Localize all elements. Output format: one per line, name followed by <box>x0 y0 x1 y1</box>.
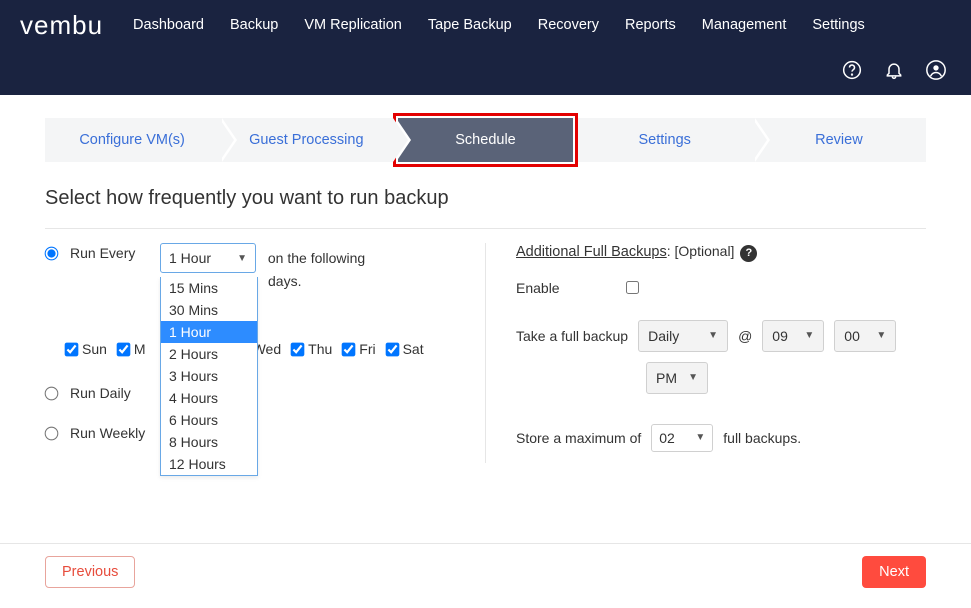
frequency-option[interactable]: 1 Hour <box>161 321 257 343</box>
wizard-step-configure-vms[interactable]: Configure VM(s) <box>45 118 219 162</box>
nav-backup[interactable]: Backup <box>230 17 278 33</box>
store-max-label-2: full backups. <box>723 430 801 446</box>
full-backup-minute-select[interactable]: 00▼ <box>834 320 896 352</box>
frequency-option[interactable]: 30 Mins <box>161 299 257 321</box>
logo: vembu <box>20 10 103 41</box>
nav-settings[interactable]: Settings <box>812 17 864 33</box>
frequency-dropdown: 15 Mins 30 Mins 1 Hour 2 Hours 3 Hours 4… <box>160 277 258 476</box>
wizard-step-guest-processing[interactable]: Guest Processing <box>219 118 393 162</box>
nav-recovery[interactable]: Recovery <box>538 17 599 33</box>
day-sat-checkbox[interactable] <box>385 342 399 356</box>
frequency-option[interactable]: 12 Hours <box>161 453 257 475</box>
wizard-step-review[interactable]: Review <box>752 118 926 162</box>
nav-tape-backup[interactable]: Tape Backup <box>428 17 512 33</box>
nav-reports[interactable]: Reports <box>625 17 676 33</box>
day-thu-checkbox[interactable] <box>291 342 305 356</box>
enable-checkbox[interactable] <box>626 281 639 294</box>
enable-label: Enable <box>516 280 616 296</box>
day-sat[interactable]: Sat <box>386 341 424 357</box>
days-row: Sun M Wed Thu Fri Sat <box>65 341 455 357</box>
next-button[interactable]: Next <box>862 556 926 588</box>
chevron-down-icon: ▼ <box>876 330 886 341</box>
run-daily-radio[interactable] <box>45 387 59 401</box>
run-every-radio[interactable] <box>45 247 59 261</box>
wizard-steps: Configure VM(s) Guest Processing Schedul… <box>45 113 926 167</box>
nav-management[interactable]: Management <box>702 17 787 33</box>
full-backup-hour-select[interactable]: 09▼ <box>762 320 824 352</box>
run-daily-label: Run Daily <box>70 383 160 401</box>
previous-button[interactable]: Previous <box>45 556 135 588</box>
frequency-option[interactable]: 8 Hours <box>161 431 257 453</box>
chevron-down-icon: ▼ <box>804 330 814 341</box>
chevron-down-icon: ▼ <box>237 253 247 264</box>
main-nav: Dashboard Backup VM Replication Tape Bac… <box>133 17 865 33</box>
divider <box>45 228 926 229</box>
user-icon[interactable] <box>926 60 946 80</box>
run-weekly-radio[interactable] <box>45 427 59 441</box>
day-fri-checkbox[interactable] <box>342 342 356 356</box>
nav-vm-replication[interactable]: VM Replication <box>304 17 402 33</box>
wizard-step-settings[interactable]: Settings <box>578 118 752 162</box>
chevron-down-icon: ▼ <box>708 330 718 341</box>
footer: Previous Next <box>0 543 971 608</box>
day-mon[interactable]: M <box>117 341 146 357</box>
help-icon[interactable] <box>842 60 862 80</box>
frequency-after-text-2: days. <box>268 273 301 289</box>
optional-text: : [Optional] <box>667 243 735 259</box>
frequency-option[interactable]: 4 Hours <box>161 387 257 409</box>
frequency-option[interactable]: 3 Hours <box>161 365 257 387</box>
help-tooltip-icon[interactable]: ? <box>740 245 757 262</box>
store-max-label-1: Store a maximum of <box>516 430 641 446</box>
run-weekly-label: Run Weekly <box>70 423 160 441</box>
wizard-step-schedule[interactable]: Schedule <box>398 118 572 162</box>
take-full-backup-label: Take a full backup <box>516 328 628 344</box>
at-symbol: @ <box>738 328 752 344</box>
page-heading: Select how frequently you want to run ba… <box>45 187 926 210</box>
day-mon-checkbox[interactable] <box>117 342 131 356</box>
day-fri[interactable]: Fri <box>342 341 375 357</box>
additional-full-backups-title: Additional Full Backups <box>516 244 667 260</box>
frequency-after-text-1: on the following <box>268 250 365 266</box>
run-every-label: Run Every <box>70 243 160 261</box>
chevron-down-icon: ▼ <box>688 372 698 383</box>
top-navbar: vembu Dashboard Backup VM Replication Ta… <box>0 0 971 95</box>
frequency-option[interactable]: 2 Hours <box>161 343 257 365</box>
frequency-option[interactable]: 15 Mins <box>161 277 257 299</box>
bell-icon[interactable] <box>884 60 904 80</box>
chevron-down-icon: ▼ <box>695 432 705 443</box>
frequency-option[interactable]: 6 Hours <box>161 409 257 431</box>
full-backup-frequency-select[interactable]: Daily▼ <box>638 320 728 352</box>
nav-dashboard[interactable]: Dashboard <box>133 17 204 33</box>
day-thu[interactable]: Thu <box>291 341 332 357</box>
frequency-select[interactable]: 1 Hour ▼ <box>160 243 256 273</box>
frequency-selected-value: 1 Hour <box>169 250 211 266</box>
store-max-select[interactable]: 02▼ <box>651 424 713 452</box>
day-sun-checkbox[interactable] <box>65 342 79 356</box>
full-backup-ampm-select[interactable]: PM▼ <box>646 362 708 394</box>
day-sun[interactable]: Sun <box>65 341 107 357</box>
